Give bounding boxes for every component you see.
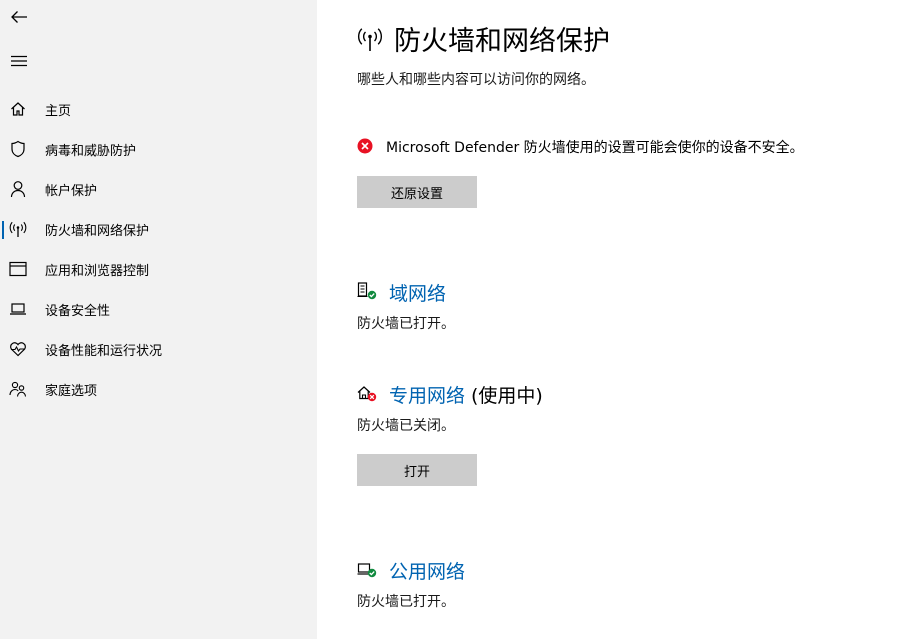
heart-pulse-icon bbox=[8, 339, 28, 359]
error-circle-icon bbox=[357, 138, 373, 154]
domain-network-icon bbox=[357, 282, 377, 300]
sidebar-item-device-security[interactable]: 设备安全性 bbox=[0, 291, 317, 327]
hamburger-icon bbox=[11, 55, 27, 67]
public-network-title: 公用网络 bbox=[389, 557, 465, 584]
shield-icon bbox=[8, 139, 28, 159]
public-network-link[interactable]: 公用网络 bbox=[389, 561, 465, 583]
sidebar-item-label: 设备安全性 bbox=[45, 303, 111, 319]
sidebar-item-label: 设备性能和运行状况 bbox=[45, 343, 163, 359]
arrow-left-icon bbox=[11, 11, 27, 23]
sidebar-item-app-browser-control[interactable]: 应用和浏览器控制 bbox=[0, 251, 317, 287]
domain-network-status: 防火墙已打开。 bbox=[357, 316, 455, 332]
in-use-label: (使用中) bbox=[471, 385, 543, 407]
person-icon bbox=[8, 179, 28, 199]
family-icon bbox=[8, 379, 28, 399]
sidebar-item-account-protection[interactable]: 帐户保护 bbox=[0, 171, 317, 207]
sidebar-item-home[interactable]: 主页 bbox=[0, 91, 317, 127]
sidebar-item-firewall[interactable]: 防火墙和网络保护 bbox=[0, 211, 317, 247]
browser-window-icon bbox=[8, 259, 28, 279]
wireless-antenna-icon bbox=[358, 28, 382, 51]
domain-network-title: 域网络 bbox=[389, 279, 446, 306]
private-network-title: 专用网络 (使用中) bbox=[389, 381, 543, 408]
public-network-icon bbox=[357, 563, 377, 578]
restore-settings-button[interactable]: 还原设置 bbox=[357, 176, 477, 208]
sidebar-item-family-options[interactable]: 家庭选项 bbox=[0, 371, 317, 407]
laptop-icon bbox=[8, 299, 28, 319]
back-button[interactable] bbox=[8, 6, 30, 28]
private-network-icon bbox=[357, 386, 377, 402]
page-subtitle: 哪些人和哪些内容可以访问你的网络。 bbox=[357, 72, 595, 88]
sidebar-item-label: 应用和浏览器控制 bbox=[45, 263, 150, 279]
sidebar-item-label: 病毒和威胁防护 bbox=[45, 143, 137, 159]
sidebar-item-label: 帐户保护 bbox=[45, 183, 98, 199]
sidebar: 主页 病毒和威胁防护 帐户保护 防火墙和网络保护 应用和浏览器控制 设备安全性 bbox=[0, 0, 317, 639]
hamburger-menu-button[interactable] bbox=[8, 50, 30, 72]
sidebar-item-label: 家庭选项 bbox=[45, 383, 98, 399]
sidebar-item-device-performance[interactable]: 设备性能和运行状况 bbox=[0, 331, 317, 367]
sidebar-item-label: 防火墙和网络保护 bbox=[45, 223, 150, 239]
page-title: 防火墙和网络保护 bbox=[394, 26, 610, 57]
turn-on-firewall-button[interactable]: 打开 bbox=[357, 454, 477, 486]
sidebar-item-label: 主页 bbox=[45, 103, 72, 119]
public-network-status: 防火墙已打开。 bbox=[357, 594, 455, 610]
sidebar-item-virus-protection[interactable]: 病毒和威胁防护 bbox=[0, 131, 317, 167]
firewall-warning-text: Microsoft Defender 防火墙使用的设置可能会使你的设备不安全。 bbox=[386, 140, 804, 156]
domain-network-link[interactable]: 域网络 bbox=[389, 283, 446, 305]
home-icon bbox=[8, 99, 28, 119]
private-network-link[interactable]: 专用网络 bbox=[389, 385, 465, 407]
private-network-status: 防火墙已关闭。 bbox=[357, 418, 455, 434]
wireless-antenna-icon bbox=[8, 219, 28, 239]
